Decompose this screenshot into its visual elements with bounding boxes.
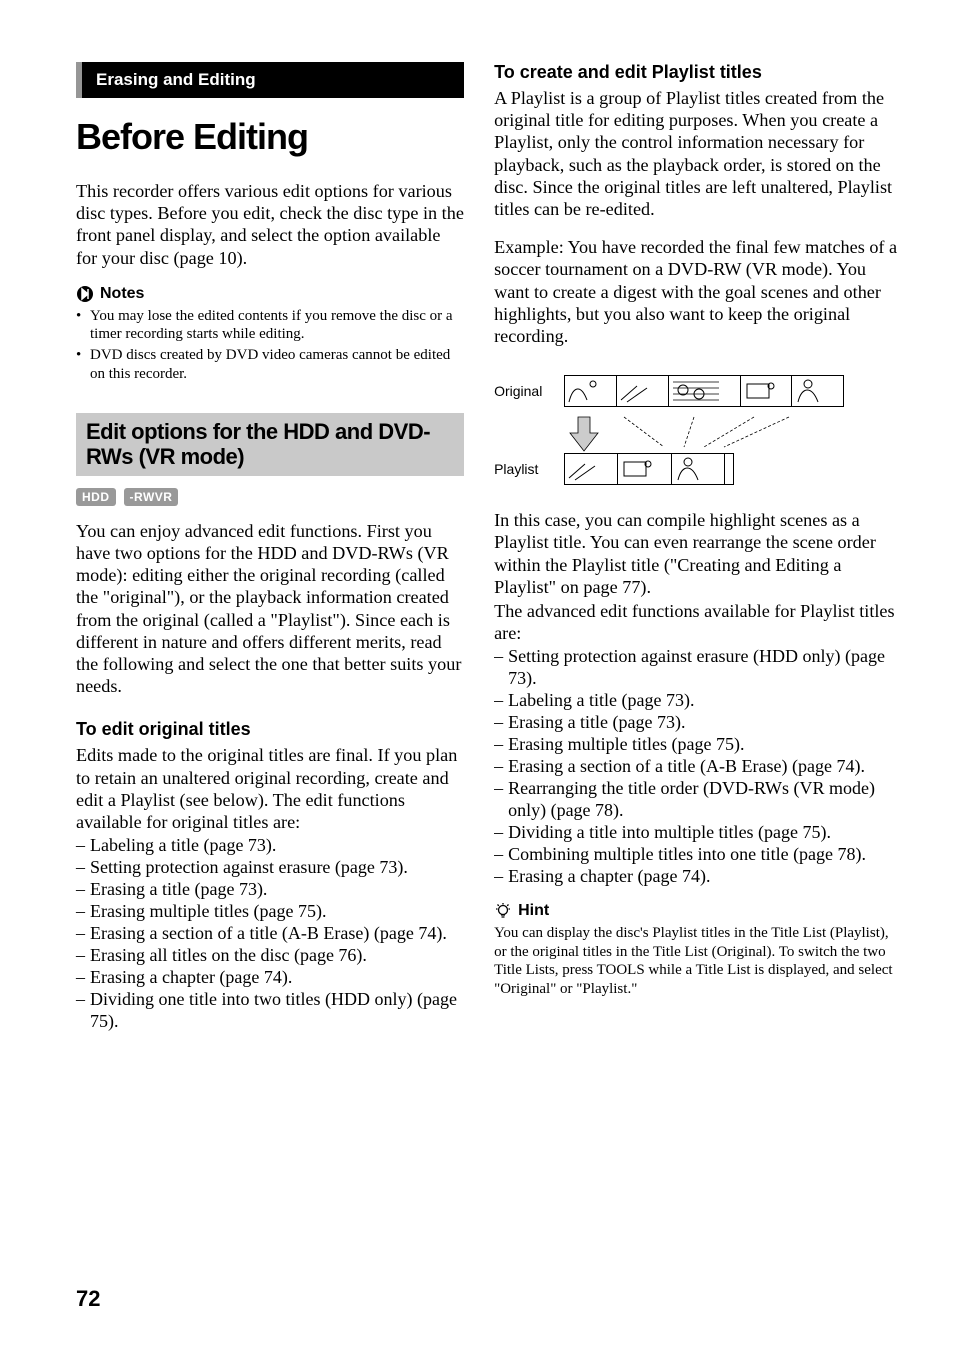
list-item: –Erasing a chapter (page 74). xyxy=(494,866,898,888)
list-text: Erasing all titles on the disc (page 76)… xyxy=(90,945,367,967)
notes-heading: Notes xyxy=(76,285,464,303)
list-item: –Erasing multiple titles (page 75). xyxy=(494,734,898,756)
diagram-original-strip xyxy=(564,375,844,407)
rwvr-badge: -RWVR xyxy=(124,488,179,506)
list-text: Erasing a title (page 73). xyxy=(508,712,685,734)
note-text: DVD discs created by DVD video cameras c… xyxy=(90,346,464,383)
list-text: Combining multiple titles into one title… xyxy=(508,844,866,866)
note-item: •DVD discs created by DVD video cameras … xyxy=(76,346,464,383)
diagram-original-label: Original xyxy=(494,383,550,399)
hdd-badge: HDD xyxy=(76,488,116,506)
media-badges: HDD -RWVR xyxy=(76,488,464,506)
note-item: •You may lose the edited contents if you… xyxy=(76,307,464,344)
hint-icon xyxy=(494,902,512,920)
playlist-paragraph-4: The advanced edit functions available fo… xyxy=(494,600,898,644)
diagram-playlist-strip xyxy=(564,453,734,485)
note-text: You may lose the edited contents if you … xyxy=(90,307,464,344)
section-banner: Erasing and Editing xyxy=(76,62,464,98)
page-title: Before Editing xyxy=(76,116,464,158)
edit-original-paragraph: Edits made to the original titles are fi… xyxy=(76,744,464,833)
list-item: –Setting protection against erasure (HDD… xyxy=(494,646,898,690)
list-text: Erasing a section of a title (A-B Erase)… xyxy=(90,923,447,945)
list-item: –Erasing a section of a title (A-B Erase… xyxy=(76,923,464,945)
list-item: –Erasing a title (page 73). xyxy=(494,712,898,734)
list-text: Labeling a title (page 73). xyxy=(90,835,276,857)
list-item: –Rearranging the title order (DVD-RWs (V… xyxy=(494,778,898,822)
list-item: –Erasing a section of a title (A-B Erase… xyxy=(494,756,898,778)
diagram: Original Playlist xyxy=(494,375,898,491)
list-item: –Dividing one title into two titles (HDD… xyxy=(76,989,464,1033)
list-text: Dividing one title into two titles (HDD … xyxy=(90,989,464,1033)
list-text: Erasing a title (page 73). xyxy=(90,879,267,901)
playlist-paragraph-3: In this case, you can compile highlight … xyxy=(494,509,898,598)
hint-label: Hint xyxy=(518,902,549,920)
notes-list: •You may lose the edited contents if you… xyxy=(76,307,464,385)
list-item: –Erasing a title (page 73). xyxy=(76,879,464,901)
list-text: Erasing multiple titles (page 75). xyxy=(90,901,326,923)
intro-paragraph: This recorder offers various edit option… xyxy=(76,180,464,269)
list-text: Setting protection against erasure (page… xyxy=(90,857,408,879)
diagram-playlist-label: Playlist xyxy=(494,461,550,477)
notes-label: Notes xyxy=(100,285,144,303)
hint-text: You can display the disc's Playlist titl… xyxy=(494,924,898,999)
list-text: Labeling a title (page 73). xyxy=(508,690,694,712)
list-item: –Setting protection against erasure (pag… xyxy=(76,857,464,879)
notes-icon xyxy=(76,285,94,303)
playlist-paragraph-1: A Playlist is a group of Playlist titles… xyxy=(494,87,898,220)
diagram-arrow xyxy=(564,413,898,453)
list-text: Erasing a section of a title (A-B Erase)… xyxy=(508,756,865,778)
hint-heading: Hint xyxy=(494,902,898,920)
advanced-paragraph: You can enjoy advanced edit functions. F… xyxy=(76,520,464,698)
list-item: –Dividing a title into multiple titles (… xyxy=(494,822,898,844)
list-text: Erasing a chapter (page 74). xyxy=(90,967,292,989)
list-item: –Erasing a chapter (page 74). xyxy=(76,967,464,989)
list-text: Erasing multiple titles (page 75). xyxy=(508,734,744,756)
list-item: –Erasing all titles on the disc (page 76… xyxy=(76,945,464,967)
list-item: –Combining multiple titles into one titl… xyxy=(494,844,898,866)
list-text: Setting protection against erasure (HDD … xyxy=(508,646,898,690)
list-item: –Labeling a title (page 73). xyxy=(494,690,898,712)
sub-header: Edit options for the HDD and DVD-RWs (VR… xyxy=(76,413,464,476)
list-item: –Labeling a title (page 73). xyxy=(76,835,464,857)
playlist-functions-list: –Setting protection against erasure (HDD… xyxy=(494,646,898,887)
list-text: Erasing a chapter (page 74). xyxy=(508,866,710,888)
list-item: –Erasing multiple titles (page 75). xyxy=(76,901,464,923)
playlist-title: To create and edit Playlist titles xyxy=(494,62,898,83)
edit-original-title: To edit original titles xyxy=(76,719,464,740)
list-text: Rearranging the title order (DVD-RWs (VR… xyxy=(508,778,898,822)
original-functions-list: –Labeling a title (page 73). –Setting pr… xyxy=(76,835,464,1033)
page-number: 72 xyxy=(76,1286,100,1312)
list-text: Dividing a title into multiple titles (p… xyxy=(508,822,831,844)
playlist-paragraph-2: Example: You have recorded the final few… xyxy=(494,236,898,347)
